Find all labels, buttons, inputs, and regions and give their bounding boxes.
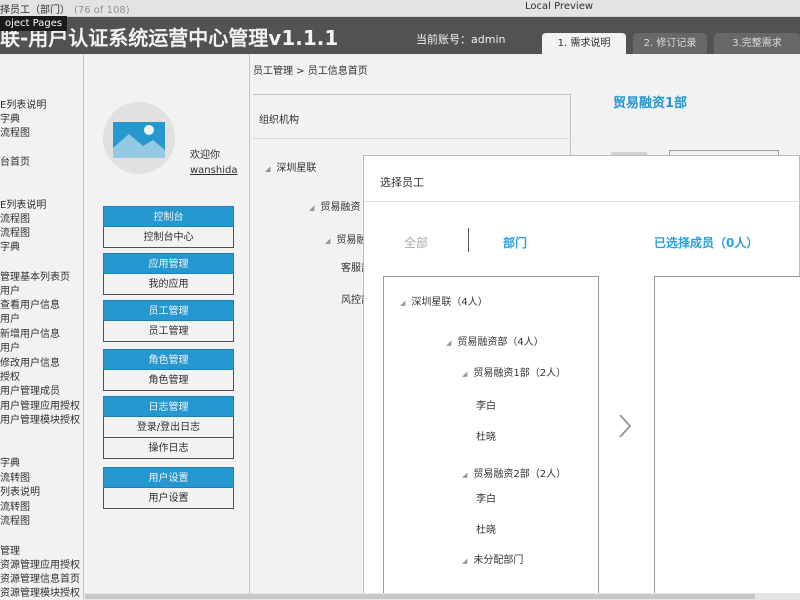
expand-triangle-icon[interactable]: ◢ bbox=[446, 339, 451, 347]
expand-triangle-icon[interactable]: ◢ bbox=[400, 299, 405, 307]
tree-node-employee[interactable]: 李白 bbox=[476, 397, 496, 412]
expand-triangle-icon[interactable]: ◢ bbox=[462, 370, 467, 378]
expand-triangle-icon[interactable]: ◢ bbox=[462, 557, 467, 565]
tree-node[interactable]: ◢ 贸易融资1部（2人） bbox=[462, 364, 566, 379]
tree-node[interactable]: ◢ 深圳星联（4人） bbox=[400, 293, 488, 308]
project-pages-tooltip: oject Pages bbox=[0, 16, 68, 31]
tree-node[interactable]: ◢ 未分配部门 bbox=[462, 551, 523, 566]
chevron-right-icon[interactable] bbox=[614, 411, 636, 441]
expand-triangle-icon[interactable]: ◢ bbox=[462, 471, 467, 479]
tab-all[interactable]: 全部 bbox=[404, 234, 428, 251]
select-employee-dialog: 选择员工 全部 部门 已选择成员（0人） ◢ 深圳星联（4人） ◢ 贸易融资部（4人… bbox=[363, 155, 800, 600]
selected-members-label: 已选择成员（0人） bbox=[654, 236, 759, 250]
tree-node-employee[interactable]: 杜晓 bbox=[476, 521, 496, 536]
tab-department[interactable]: 部门 bbox=[503, 234, 527, 251]
dialog-title: 选择员工 bbox=[380, 176, 424, 189]
department-tree: ◢ 深圳星联（4人） ◢ 贸易融资部（4人） ◢ 贸易融资1部（2人） 李白 杜晓 ◢… bbox=[383, 276, 599, 600]
tree-node-employee[interactable]: 杜晓 bbox=[476, 428, 496, 443]
tab-divider bbox=[468, 228, 469, 252]
dialog-header: 选择员工 bbox=[364, 156, 800, 202]
selected-members-list bbox=[654, 276, 800, 600]
scrollbar-thumb[interactable] bbox=[85, 594, 755, 599]
horizontal-scrollbar[interactable] bbox=[85, 593, 800, 600]
tree-node[interactable]: ◢ 贸易融资2部（2人） bbox=[462, 465, 566, 480]
tree-node[interactable]: ◢ 贸易融资部（4人） bbox=[446, 333, 544, 348]
tree-node-employee[interactable]: 李白 bbox=[476, 490, 496, 505]
